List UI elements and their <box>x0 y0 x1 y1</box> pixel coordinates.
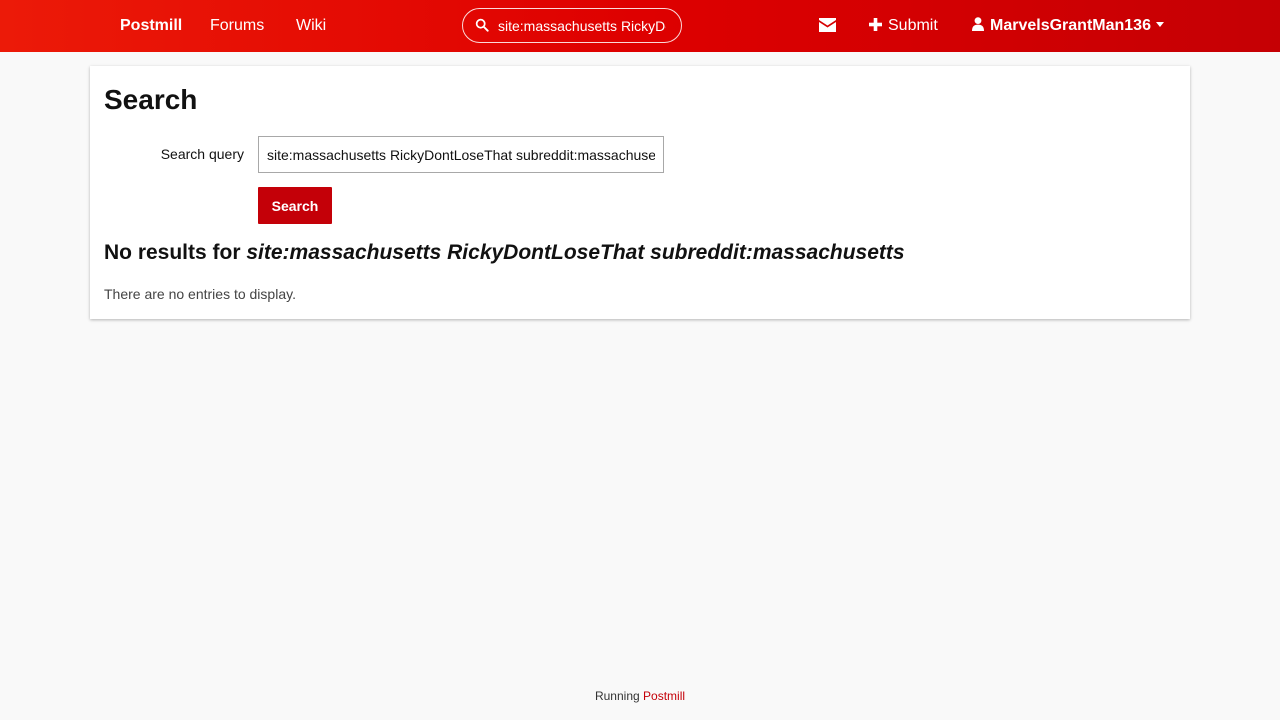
caret-down-icon <box>1155 22 1164 27</box>
search-card: Search Search query Search No results fo… <box>90 66 1190 319</box>
results-prefix: No results for <box>104 241 241 264</box>
username-label: MarvelsGrantMan136 <box>990 17 1151 34</box>
header-search-input[interactable] <box>498 9 666 42</box>
search-query-input[interactable] <box>258 136 664 173</box>
nav-wiki-link[interactable]: Wiki <box>296 0 326 52</box>
search-button[interactable]: Search <box>258 187 332 224</box>
empty-message: There are no entries to display. <box>104 286 296 302</box>
footer-prefix: Running <box>594 689 640 703</box>
top-navigation-bar: Postmill Forums Wiki Submit MarvelsGrant… <box>0 0 1280 52</box>
search-icon <box>475 18 489 32</box>
header-search <box>462 8 682 43</box>
submit-link[interactable]: Submit <box>869 0 938 52</box>
results-heading: No results for site:massachusetts RickyD… <box>104 238 905 268</box>
footer-postmill-link[interactable]: Postmill <box>643 689 685 703</box>
envelope-icon[interactable] <box>818 17 837 33</box>
user-icon <box>972 17 984 31</box>
footer: Running Postmill <box>0 688 1280 704</box>
submit-label: Submit <box>888 17 938 34</box>
search-query-label: Search query <box>160 146 244 162</box>
brand-link[interactable]: Postmill <box>120 0 182 52</box>
plus-icon <box>869 18 882 31</box>
user-menu-button[interactable]: MarvelsGrantMan136 <box>972 0 1164 52</box>
results-query: site:massachusetts RickyDontLoseThat sub… <box>246 241 905 264</box>
page-title: Search <box>104 84 198 115</box>
nav-forums-link[interactable]: Forums <box>210 0 264 52</box>
